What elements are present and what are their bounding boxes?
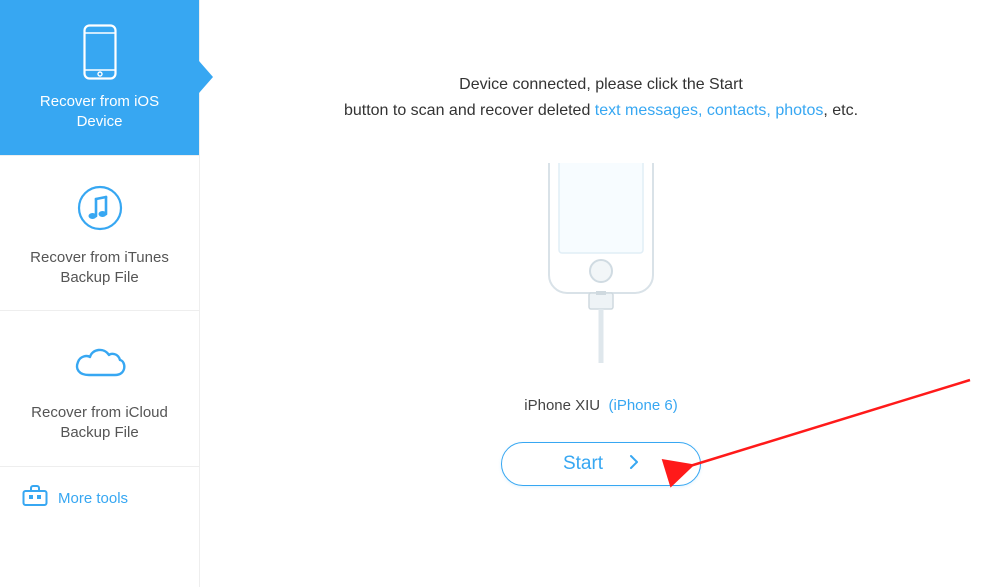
device-label: iPhone XIU (iPhone 6) — [200, 397, 1002, 414]
chevron-right-icon — [629, 454, 639, 475]
device-model: (iPhone 6) — [609, 397, 678, 414]
sidebar-item-label: More tools — [58, 490, 128, 507]
sidebar-item-label: Recover from iCloud Backup File — [16, 403, 183, 444]
start-button-label: Start — [563, 453, 603, 475]
sidebar-item-label: Recover from iTunes Backup File — [16, 248, 183, 289]
instruction-text: Device connected, please click the Start… — [200, 72, 1002, 123]
app-root: Recover from iOS Device Recover from iTu… — [0, 0, 1002, 587]
instruction-line2: button to scan and recover deleted text … — [200, 98, 1002, 124]
device-illustration — [200, 163, 1002, 363]
sidebar: Recover from iOS Device Recover from iTu… — [0, 0, 200, 587]
device-name: iPhone XIU — [524, 397, 600, 414]
sidebar-item-icloud-backup[interactable]: Recover from iCloud Backup File — [0, 311, 199, 467]
sidebar-item-label: Recover from iOS Device — [16, 92, 183, 133]
phone-icon — [83, 24, 117, 80]
main-panel: Device connected, please click the Start… — [200, 0, 1002, 587]
sidebar-item-ios-device[interactable]: Recover from iOS Device — [0, 0, 199, 156]
toolbox-icon — [22, 485, 48, 512]
music-note-icon — [76, 180, 124, 236]
instruction-line1: Device connected, please click the Start — [200, 72, 1002, 98]
start-button[interactable]: Start — [501, 442, 701, 486]
sidebar-item-itunes-backup[interactable]: Recover from iTunes Backup File — [0, 156, 199, 312]
sidebar-item-more-tools[interactable]: More tools — [0, 467, 199, 530]
cloud-icon — [71, 335, 129, 391]
recoverable-types-link[interactable]: text messages, contacts, photos — [595, 102, 824, 119]
